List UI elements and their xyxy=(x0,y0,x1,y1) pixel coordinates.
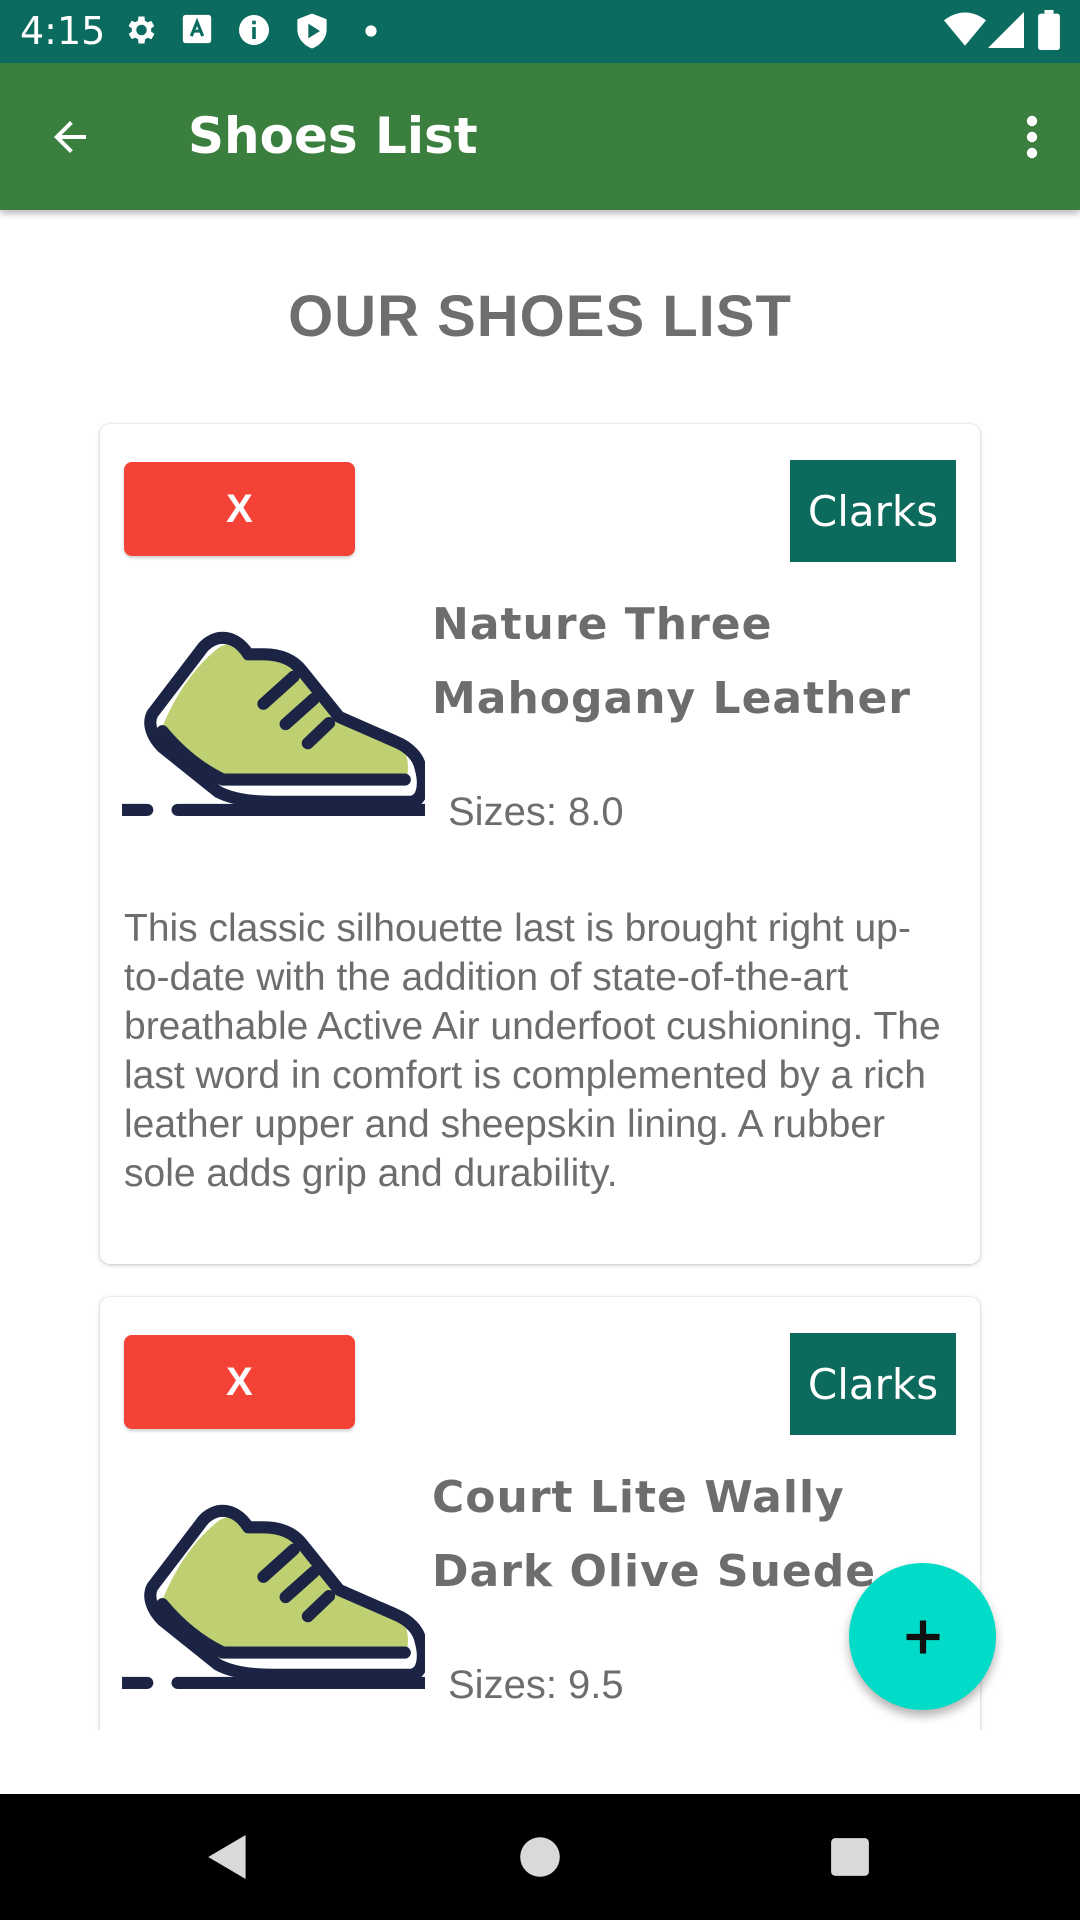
page-heading: OUR SHOES LIST xyxy=(288,284,792,349)
wifi-icon xyxy=(944,12,986,46)
signal-icon xyxy=(988,12,1024,48)
more-options-button[interactable] xyxy=(1002,101,1062,173)
app-title: Shoes List xyxy=(188,107,478,165)
info-icon xyxy=(239,15,269,45)
shoe-name: Nature Three Mahogany Leather xyxy=(432,599,912,724)
back-button[interactable] xyxy=(30,101,110,173)
app-bar: Shoes List xyxy=(0,63,1080,210)
shoe-list[interactable]: OUR SHOES LIST X Clarks Nature Three Mah… xyxy=(0,210,1080,1730)
nav-recents-button[interactable] xyxy=(818,1825,882,1889)
gear-icon xyxy=(128,16,155,44)
shoe-icon xyxy=(122,1504,425,1689)
status-bar: 4:15 xyxy=(0,0,1080,63)
brand-badge: Clarks xyxy=(790,460,956,562)
shoe-sizes: Sizes: 8.0 xyxy=(448,790,624,834)
shoe-description: This classic silhouette last is brought … xyxy=(124,907,941,1195)
plus-icon xyxy=(906,1620,939,1653)
shoe-card: X Clarks Nature Three Mahogany Leather S… xyxy=(100,424,980,1264)
more-vert-icon xyxy=(1026,115,1038,159)
dot-icon xyxy=(365,25,377,37)
system-nav-bar xyxy=(0,1794,1080,1920)
circle-home-icon xyxy=(520,1837,560,1877)
nav-back-button[interactable] xyxy=(196,1825,260,1889)
a-icon xyxy=(182,14,212,44)
shoe-card: X Clarks Court Lite Wally Dark Olive Sue… xyxy=(100,1297,980,1730)
arrow-back-icon xyxy=(54,121,86,153)
status-time: 4:15 xyxy=(20,9,106,53)
nav-home-button[interactable] xyxy=(508,1825,572,1889)
shoe-sizes: Sizes: 9.5 xyxy=(448,1663,624,1707)
shoe-icon xyxy=(122,631,425,816)
delete-button[interactable]: X xyxy=(124,462,355,556)
battery-icon xyxy=(1038,10,1060,50)
brand-badge: Clarks xyxy=(790,1333,956,1435)
triangle-back-icon xyxy=(208,1835,246,1879)
add-shoe-button[interactable] xyxy=(849,1563,996,1710)
play-protect-icon xyxy=(297,13,327,49)
square-recents-icon xyxy=(831,1838,869,1876)
delete-button[interactable]: X xyxy=(124,1335,355,1429)
